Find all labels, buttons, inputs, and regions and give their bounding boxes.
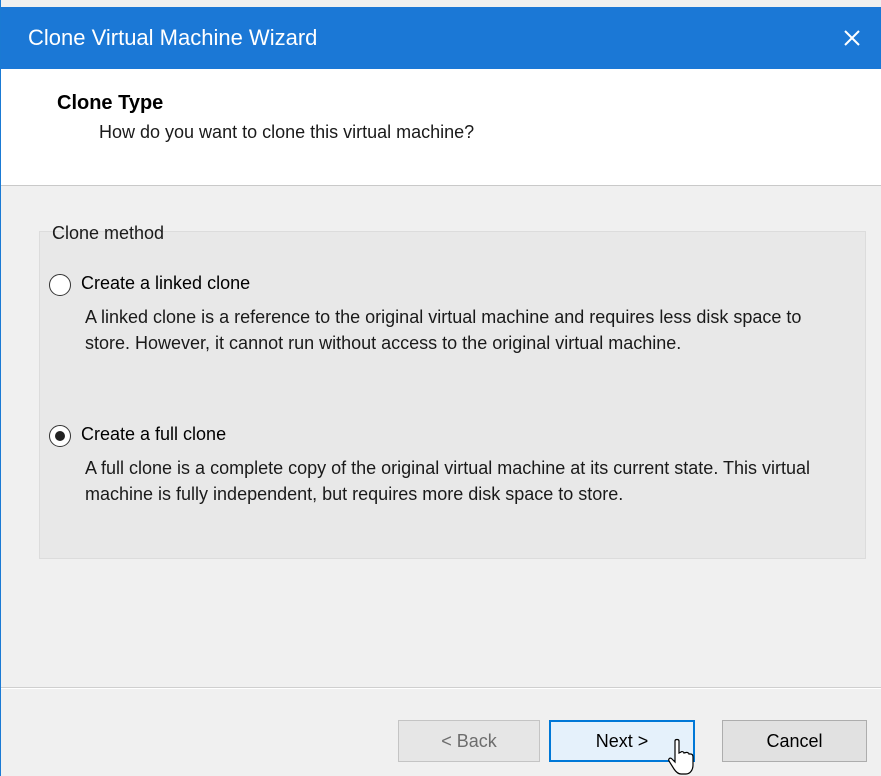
page-subtitle: How do you want to clone this virtual ma… [99,122,475,142]
close-icon [844,30,860,46]
full-clone-label[interactable]: Create a full clone [81,424,226,445]
close-button[interactable] [822,7,881,69]
radio-selected-dot [55,431,65,441]
page-title: Clone Type [57,92,164,114]
cancel-button[interactable]: Cancel [722,720,867,762]
wizard-window: Clone Virtual Machine Wizard Clone Type … [0,0,881,776]
mouse-pointer-icon [668,738,694,775]
linked-clone-radio[interactable] [49,274,71,296]
wizard-header: Clone Type How do you want to clone this… [1,69,881,186]
linked-clone-label[interactable]: Create a linked clone [81,273,250,294]
window-title: Clone Virtual Machine Wizard [28,25,318,50]
footer-divider-highlight [1,688,881,689]
title-bar: Clone Virtual Machine Wizard [1,7,881,69]
back-button[interactable]: < Back [398,720,540,762]
full-clone-radio[interactable] [49,425,71,447]
linked-clone-description: A linked clone is a reference to the ori… [85,307,802,353]
full-clone-description: A full clone is a complete copy of the o… [85,458,811,504]
clone-method-legend: Clone method [52,223,165,243]
